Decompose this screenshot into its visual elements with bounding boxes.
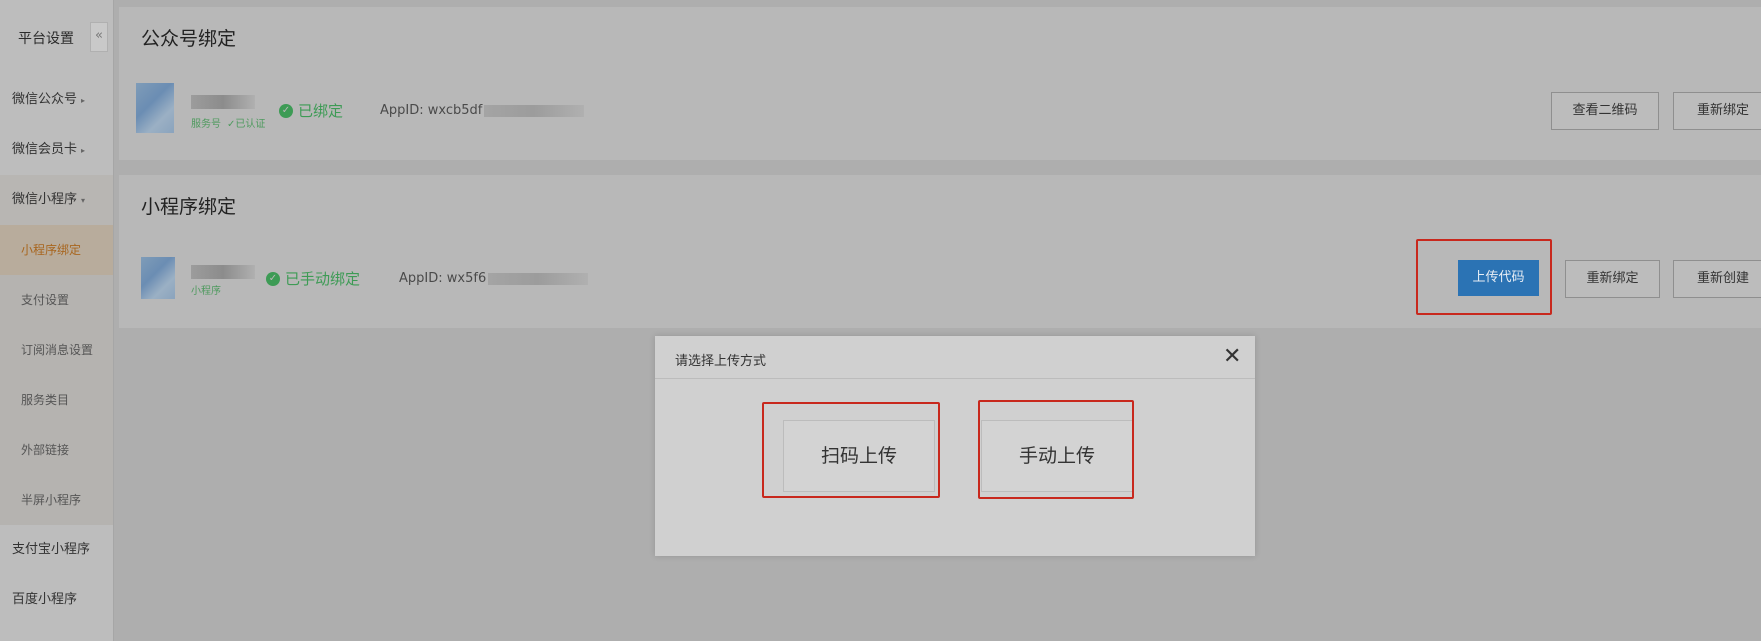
view-qrcode-button[interactable]: 查看二维码 — [1551, 92, 1659, 130]
highlight-scan-upload — [762, 402, 940, 498]
highlight-manual-upload — [978, 400, 1134, 499]
dialog-header: 请选择上传方式 ✕ — [655, 336, 1255, 379]
mini-program-avatar — [141, 257, 175, 299]
highlight-upload-code — [1416, 239, 1552, 315]
appid-label: AppID: — [380, 103, 424, 118]
mini-program-status: ✓ 已手动绑定 — [266, 268, 360, 289]
mini-program-panel: 小程序绑定 小程序 ✓ 已手动绑定 AppID: wx5f6 上传代码 重新绑定… — [119, 175, 1761, 328]
sidebar-subitem-label: 支付设置 — [21, 293, 70, 307]
verified-tag: ✓已认证 — [227, 119, 266, 130]
check-circle-icon: ✓ — [279, 103, 293, 118]
sidebar-item-label: 微信会员卡 — [12, 142, 78, 157]
sidebar-title: 平台设置 — [18, 31, 74, 47]
sidebar-subitem-category[interactable]: 服务类目 — [0, 375, 113, 425]
appid-blurred — [488, 272, 589, 285]
mini-program-title: 小程序绑定 — [141, 196, 237, 218]
sidebar-subitem-half-screen[interactable]: 半屏小程序 — [0, 475, 113, 525]
rebind-official-button[interactable]: 重新绑定 — [1673, 92, 1761, 130]
sidebar-item-label: 微信公众号 — [12, 92, 78, 107]
sidebar-subitem-label: 小程序绑定 — [21, 243, 82, 257]
appid-value: wx5f6 — [446, 271, 487, 286]
official-account-name-blurred — [191, 95, 255, 109]
mini-program-appid: AppID: wx5f6 — [399, 271, 589, 286]
sidebar-header: 平台设置 « — [0, 0, 113, 75]
mini-program-tag: 小程序 — [191, 286, 221, 297]
appid-value: wxcb5df — [427, 103, 483, 118]
upload-method-dialog: 请选择上传方式 ✕ 扫码上传 手动上传 — [655, 336, 1255, 556]
official-account-panel: 公众号绑定 服务号 ✓已认证 ✓ 已绑定 AppID: wxcb5df 查看二维… — [119, 7, 1761, 160]
close-icon[interactable]: ✕ — [1223, 345, 1241, 369]
sidebar: 平台设置 « 微信公众号 ▸ 微信会员卡 ▸ 微信小程序 ▾ 小程序绑定 支付设置 订… — [0, 0, 114, 641]
official-account-status: ✓ 已绑定 — [279, 100, 343, 121]
sidebar-item-alipay-mini[interactable]: 支付宝小程序 — [0, 525, 113, 575]
sidebar-subitem-label: 服务类目 — [21, 393, 70, 407]
status-label: 已手动绑定 — [285, 270, 361, 288]
check-circle-icon: ✓ — [266, 271, 280, 286]
chevron-right-icon: ▸ — [81, 96, 86, 105]
appid-blurred — [484, 104, 585, 117]
sidebar-subitem-mini-binding[interactable]: 小程序绑定 — [0, 225, 113, 275]
sidebar-item-label: 支付宝小程序 — [12, 542, 91, 557]
sidebar-item-label: 百度小程序 — [12, 592, 78, 607]
sidebar-item-label: 微信小程序 — [12, 192, 78, 207]
dialog-title: 请选择上传方式 — [675, 354, 767, 369]
sidebar-subitem-subscribe[interactable]: 订阅消息设置 — [0, 325, 113, 375]
account-type-tag: 服务号 — [191, 119, 221, 130]
sidebar-item-wechat-card[interactable]: 微信会员卡 ▸ — [0, 125, 113, 175]
mini-program-name-blurred — [191, 265, 255, 279]
official-account-appid: AppID: wxcb5df — [380, 103, 585, 118]
official-account-title: 公众号绑定 — [141, 28, 237, 50]
status-label: 已绑定 — [298, 102, 344, 120]
recreate-mini-button[interactable]: 重新创建 — [1673, 260, 1761, 298]
sidebar-item-wechat-official[interactable]: 微信公众号 ▸ — [0, 75, 113, 125]
sidebar-subitem-label: 订阅消息设置 — [21, 343, 94, 357]
rebind-mini-button[interactable]: 重新绑定 — [1565, 260, 1660, 298]
sidebar-subitem-external-link[interactable]: 外部链接 — [0, 425, 113, 475]
sidebar-subitem-label: 外部链接 — [21, 443, 70, 457]
sidebar-item-wechat-mini[interactable]: 微信小程序 ▾ — [0, 175, 113, 225]
chevron-right-icon: ▸ — [81, 146, 86, 155]
chevron-down-icon: ▾ — [81, 196, 86, 205]
sidebar-item-baidu-mini[interactable]: 百度小程序 — [0, 575, 113, 625]
sidebar-subitem-payment[interactable]: 支付设置 — [0, 275, 113, 325]
collapse-sidebar-button[interactable]: « — [90, 22, 108, 52]
official-account-avatar — [136, 83, 174, 133]
appid-label: AppID: — [399, 271, 443, 286]
sidebar-subitem-label: 半屏小程序 — [21, 493, 82, 507]
